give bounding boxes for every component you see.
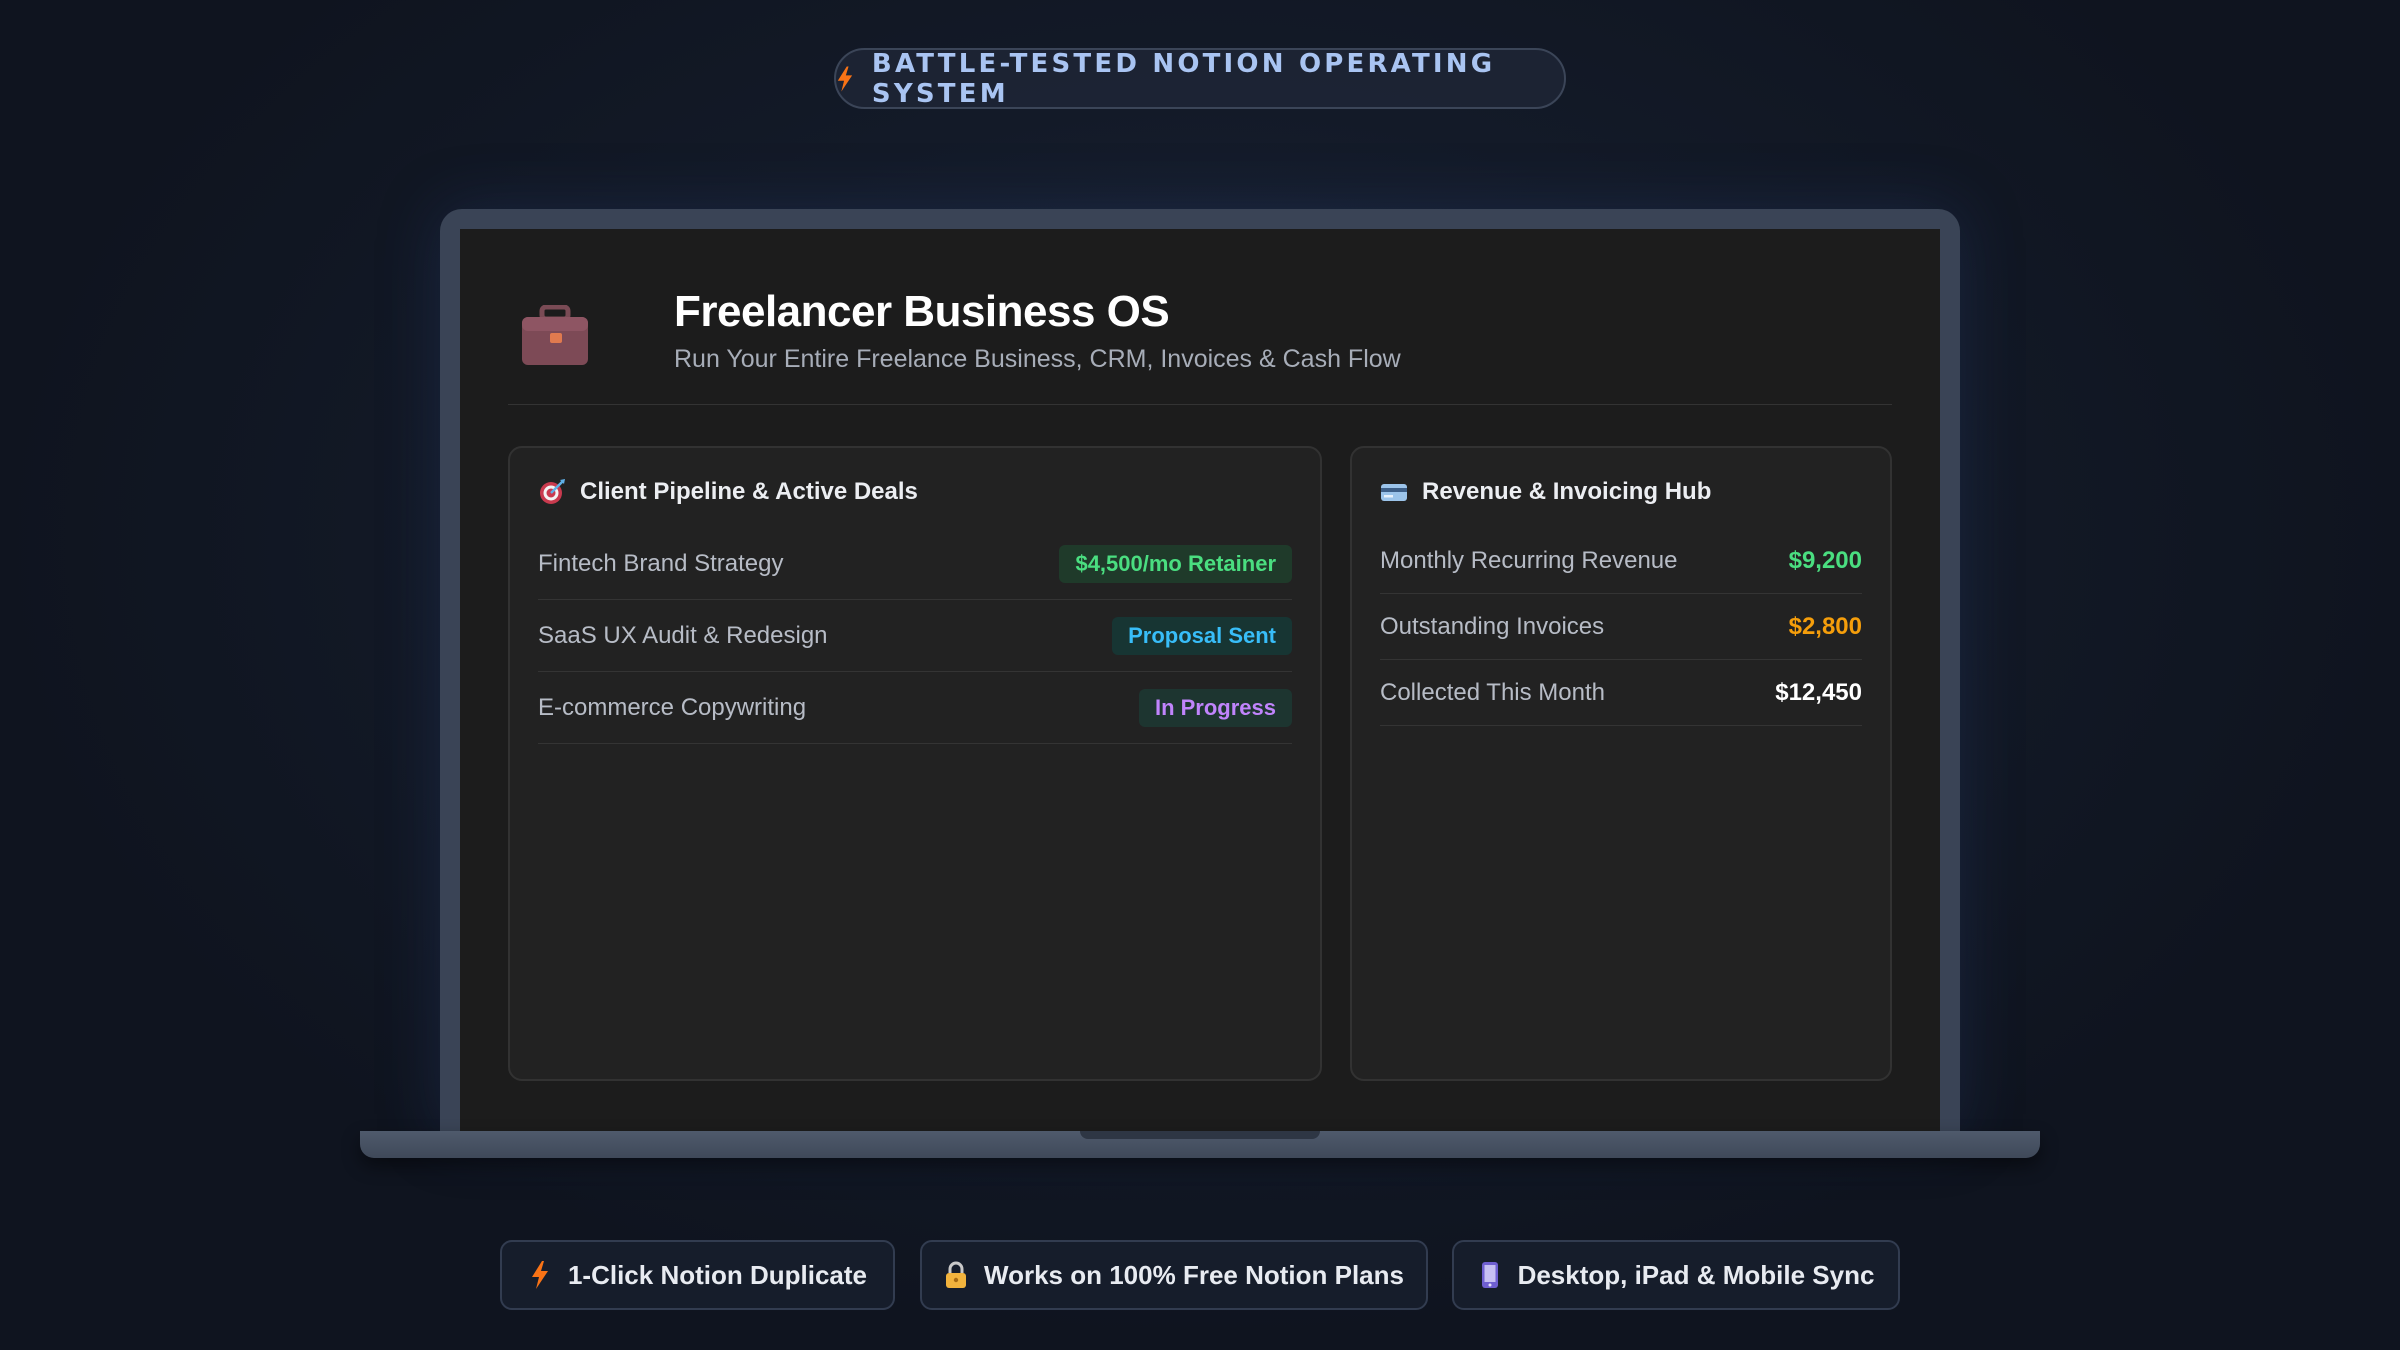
status-badge: In Progress (1138, 688, 1292, 727)
client-pipeline-card: Client Pipeline & Active Deals Fintech B… (508, 446, 1322, 1081)
metric-value: $12,450 (1775, 678, 1862, 706)
metric-label: Collected This Month (1380, 678, 1605, 706)
metric-label: Monthly Recurring Revenue (1380, 546, 1678, 574)
feature-pill-free-plans[interactable]: Works on 100% Free Notion Plans (920, 1240, 1428, 1310)
revenue-card: Revenue & Invoicing Hub Monthly Recurrin… (1350, 446, 1892, 1081)
metric-value: $9,200 (1788, 546, 1862, 574)
mobile-phone-icon (1481, 1262, 1498, 1288)
top-badge-label: BATTLE-TESTED NOTION OPERATING SYSTEM (871, 48, 1496, 109)
lock-icon (946, 1261, 967, 1288)
deal-name: Fintech Brand Strategy (538, 549, 784, 577)
top-badge: BATTLE-TESTED NOTION OPERATING SYSTEM (834, 48, 1566, 109)
metric-value: $2,800 (1788, 612, 1862, 640)
laptop-screen: Freelancer Business OS Run Your Entire F… (460, 229, 1940, 1134)
pipeline-row[interactable]: Fintech Brand Strategy $4,500/mo Retaine… (538, 528, 1292, 600)
deal-name: E-commerce Copywriting (538, 693, 807, 721)
metric-label: Outstanding Invoices (1380, 612, 1605, 640)
feature-label: Works on 100% Free Notion Plans (984, 1259, 1404, 1290)
status-badge: $4,500/mo Retainer (1059, 544, 1292, 583)
laptop-notch (1080, 1131, 1320, 1139)
bolt-icon (531, 1261, 548, 1289)
deal-name: SaaS UX Audit & Redesign (538, 621, 828, 649)
pipeline-title: Client Pipeline & Active Deals (580, 478, 918, 505)
target-icon (540, 479, 565, 504)
revenue-row[interactable]: Monthly Recurring Revenue $9,200 (1380, 528, 1862, 594)
feature-pill-sync[interactable]: Desktop, iPad & Mobile Sync (1452, 1240, 1900, 1310)
pipeline-row[interactable]: SaaS UX Audit & Redesign Proposal Sent (538, 600, 1292, 672)
briefcase-icon (522, 305, 588, 365)
pipeline-row[interactable]: E-commerce Copywriting In Progress (538, 672, 1292, 744)
feature-label: Desktop, iPad & Mobile Sync (1517, 1259, 1875, 1290)
feature-pill-duplicate[interactable]: 1-Click Notion Duplicate (500, 1240, 895, 1310)
revenue-header: Revenue & Invoicing Hub (1380, 478, 1711, 506)
app-header: Freelancer Business OS Run Your Entire F… (508, 287, 1892, 405)
credit-card-icon (1381, 484, 1407, 501)
revenue-list: Monthly Recurring Revenue $9,200 Outstan… (1380, 528, 1862, 726)
revenue-row[interactable]: Outstanding Invoices $2,800 (1380, 594, 1862, 660)
feature-label: 1-Click Notion Duplicate (567, 1259, 868, 1290)
status-badge: Proposal Sent (1112, 616, 1292, 655)
app-title: Freelancer Business OS (674, 287, 1170, 336)
revenue-row[interactable]: Collected This Month $12,450 (1380, 660, 1862, 726)
pipeline-header: Client Pipeline & Active Deals (538, 478, 918, 506)
revenue-title: Revenue & Invoicing Hub (1422, 478, 1712, 505)
app-subtitle: Run Your Entire Freelance Business, CRM,… (674, 345, 1401, 373)
bolt-icon (837, 65, 853, 92)
pipeline-list: Fintech Brand Strategy $4,500/mo Retaine… (538, 528, 1292, 744)
